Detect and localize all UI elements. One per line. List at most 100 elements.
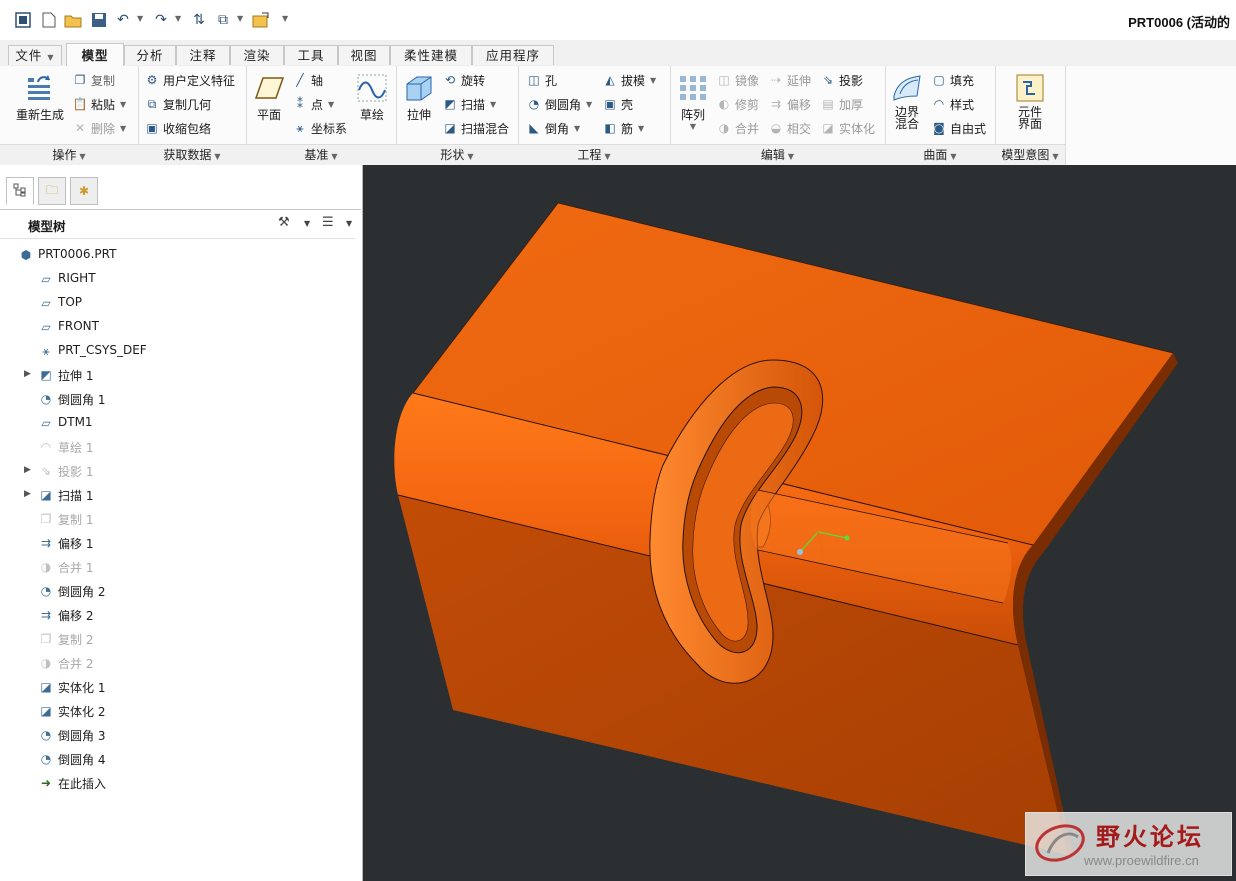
- tree-node[interactable]: ◔ 倒圆角 1: [0, 388, 350, 410]
- tab-file[interactable]: 文件 ▼: [8, 45, 62, 65]
- new-file-icon[interactable]: [40, 11, 58, 29]
- expand-arrow-icon[interactable]: ▶: [24, 369, 31, 379]
- tree-settings-dropdown-icon[interactable]: ▼: [304, 219, 310, 228]
- chamfer-button[interactable]: ◣ 倒角 ▼: [526, 118, 580, 138]
- save-icon[interactable]: [90, 11, 108, 29]
- tree-node[interactable]: ◔ 倒圆角 2: [0, 580, 350, 602]
- tree-node[interactable]: ◔ 倒圆角 4: [0, 748, 350, 770]
- group-label-editing[interactable]: 编辑 ▼: [670, 144, 885, 165]
- tree-node[interactable]: ⚹ PRT_CSYS_DEF: [0, 340, 350, 362]
- merge-button[interactable]: ◑ 合并: [716, 118, 759, 138]
- tree-show-icon[interactable]: ☰: [322, 215, 334, 230]
- graphics-viewport[interactable]: [363, 165, 1236, 881]
- solidify-button[interactable]: ◪ 实体化: [820, 118, 875, 138]
- tab-view[interactable]: 视图: [338, 45, 390, 65]
- redo-icon[interactable]: ↷: [152, 11, 170, 29]
- tab-model[interactable]: 模型: [66, 43, 124, 67]
- tab-analysis[interactable]: 分析: [124, 45, 176, 65]
- undo-icon[interactable]: ↶: [114, 11, 132, 29]
- point-button[interactable]: ⁑ 点 ▼: [292, 94, 334, 114]
- round-button[interactable]: ◔ 倒圆角 ▼: [526, 94, 592, 114]
- regenerate-small-icon[interactable]: ⇅: [190, 11, 208, 29]
- axis-button[interactable]: ╱ 轴: [292, 70, 323, 90]
- component-interface-button[interactable]: 元件 界面: [1012, 72, 1048, 130]
- redo-dropdown-icon[interactable]: ▼: [175, 14, 181, 23]
- tree-scrollbar[interactable]: [355, 237, 361, 877]
- group-label-get-data[interactable]: 获取数据 ▼: [138, 144, 246, 165]
- tree-node[interactable]: ◪ 实体化 1: [0, 676, 350, 698]
- tree-node[interactable]: ⇉ 偏移 2: [0, 604, 350, 626]
- tree-node[interactable]: ⇉ 偏移 1: [0, 532, 350, 554]
- csys-button[interactable]: ⚹ 坐标系: [292, 118, 347, 138]
- tree-node[interactable]: ◠ 草绘 1: [0, 436, 350, 458]
- folder-browser-tab[interactable]: 🗀: [38, 177, 66, 205]
- shell-button[interactable]: ▣ 壳: [602, 94, 633, 114]
- tab-tools[interactable]: 工具: [284, 45, 338, 65]
- tree-show-dropdown-icon[interactable]: ▼: [346, 219, 352, 228]
- tree-node[interactable]: ▶ ◪ 扫描 1: [0, 484, 350, 506]
- group-label-operations[interactable]: 操作 ▼: [0, 144, 138, 165]
- expand-arrow-icon[interactable]: ▶: [24, 465, 31, 475]
- pattern-button[interactable]: 阵列 ▼: [676, 72, 710, 131]
- tree-node[interactable]: ▶ ⇘ 投影 1: [0, 460, 350, 482]
- tab-annotate[interactable]: 注释: [176, 45, 230, 65]
- group-label-engineering[interactable]: 工程 ▼: [518, 144, 670, 165]
- mirror-button[interactable]: ◫ 镜像: [716, 70, 759, 90]
- swept-blend-button[interactable]: ◪ 扫描混合: [442, 118, 509, 138]
- tree-node[interactable]: ⬢ PRT0006.PRT: [0, 244, 350, 266]
- copy-button[interactable]: ❐ 复制: [72, 70, 115, 90]
- windows-dropdown-icon[interactable]: ▼: [237, 14, 243, 23]
- trim-button[interactable]: ◐ 修剪: [716, 94, 759, 114]
- udf-button[interactable]: ⚙ 用户定义特征: [144, 70, 235, 90]
- paste-button[interactable]: 📋 粘贴 ▼: [72, 94, 127, 114]
- favorites-tab[interactable]: ✱: [70, 177, 98, 205]
- tree-node[interactable]: ▱ DTM1: [0, 412, 350, 434]
- plane-button[interactable]: 平面: [250, 72, 288, 122]
- revolve-button[interactable]: ⟲ 旋转: [442, 70, 485, 90]
- tab-applications[interactable]: 应用程序: [472, 45, 554, 65]
- hole-button[interactable]: ◫ 孔: [526, 70, 557, 90]
- intersect-button[interactable]: ◒ 相交: [768, 118, 811, 138]
- shrinkwrap-button[interactable]: ▣ 收缩包络: [144, 118, 211, 138]
- close-window-icon[interactable]: [252, 11, 270, 29]
- open-folder-icon[interactable]: [64, 11, 82, 29]
- tab-render[interactable]: 渲染: [230, 45, 284, 65]
- freestyle-button[interactable]: ◙ 自由式: [931, 118, 986, 138]
- rib-button[interactable]: ◧ 筋 ▼: [602, 118, 644, 138]
- offset-button[interactable]: ⇉ 偏移: [768, 94, 811, 114]
- tree-node[interactable]: ▱ RIGHT: [0, 268, 350, 290]
- extend-button[interactable]: ⇢ 延伸: [768, 70, 811, 90]
- tree-node[interactable]: ▱ FRONT: [0, 316, 350, 338]
- tree-node[interactable]: ➜ 在此插入: [0, 772, 350, 794]
- tree-node[interactable]: ▶ ◩ 拉伸 1: [0, 364, 350, 386]
- regenerate-button[interactable]: 重新生成: [10, 72, 70, 122]
- tree-node[interactable]: ◔ 倒圆角 3: [0, 724, 350, 746]
- model-tree-tab[interactable]: [6, 177, 34, 205]
- group-label-datum[interactable]: 基准 ▼: [246, 144, 396, 165]
- style-button[interactable]: ◠ 样式: [931, 94, 974, 114]
- expand-arrow-icon[interactable]: ▶: [24, 489, 31, 499]
- delete-button[interactable]: ✕ 删除 ▼: [72, 118, 126, 138]
- boundary-blend-button[interactable]: 边界 混合: [889, 72, 925, 130]
- group-label-surfaces[interactable]: 曲面 ▼: [885, 144, 995, 165]
- group-label-model-intent[interactable]: 模型意图 ▼: [995, 144, 1065, 165]
- tree-node[interactable]: ◪ 实体化 2: [0, 700, 350, 722]
- customize-qat-icon[interactable]: ▼: [282, 14, 288, 23]
- thicken-button[interactable]: ▤ 加厚: [820, 94, 863, 114]
- copy-geometry-button[interactable]: ⧉ 复制几何: [144, 94, 211, 114]
- undo-dropdown-icon[interactable]: ▼: [137, 14, 143, 23]
- tree-node[interactable]: ❐ 复制 2: [0, 628, 350, 650]
- extrude-button[interactable]: 拉伸: [400, 72, 438, 122]
- tab-flexible-modeling[interactable]: 柔性建模: [390, 45, 472, 65]
- tree-node[interactable]: ❐ 复制 1: [0, 508, 350, 530]
- fill-button[interactable]: ▢ 填充: [931, 70, 974, 90]
- group-label-shapes[interactable]: 形状 ▼: [396, 144, 518, 165]
- project-button[interactable]: ⇘ 投影: [820, 70, 863, 90]
- windows-icon[interactable]: ⧉: [214, 11, 232, 29]
- app-menu-icon[interactable]: [14, 11, 32, 29]
- tree-node[interactable]: ▱ TOP: [0, 292, 350, 314]
- tree-settings-icon[interactable]: ⚒: [278, 215, 290, 230]
- tree-node[interactable]: ◑ 合并 1: [0, 556, 350, 578]
- sketch-button[interactable]: 草绘: [354, 72, 390, 122]
- draft-button[interactable]: ◭ 拔模 ▼: [602, 70, 656, 90]
